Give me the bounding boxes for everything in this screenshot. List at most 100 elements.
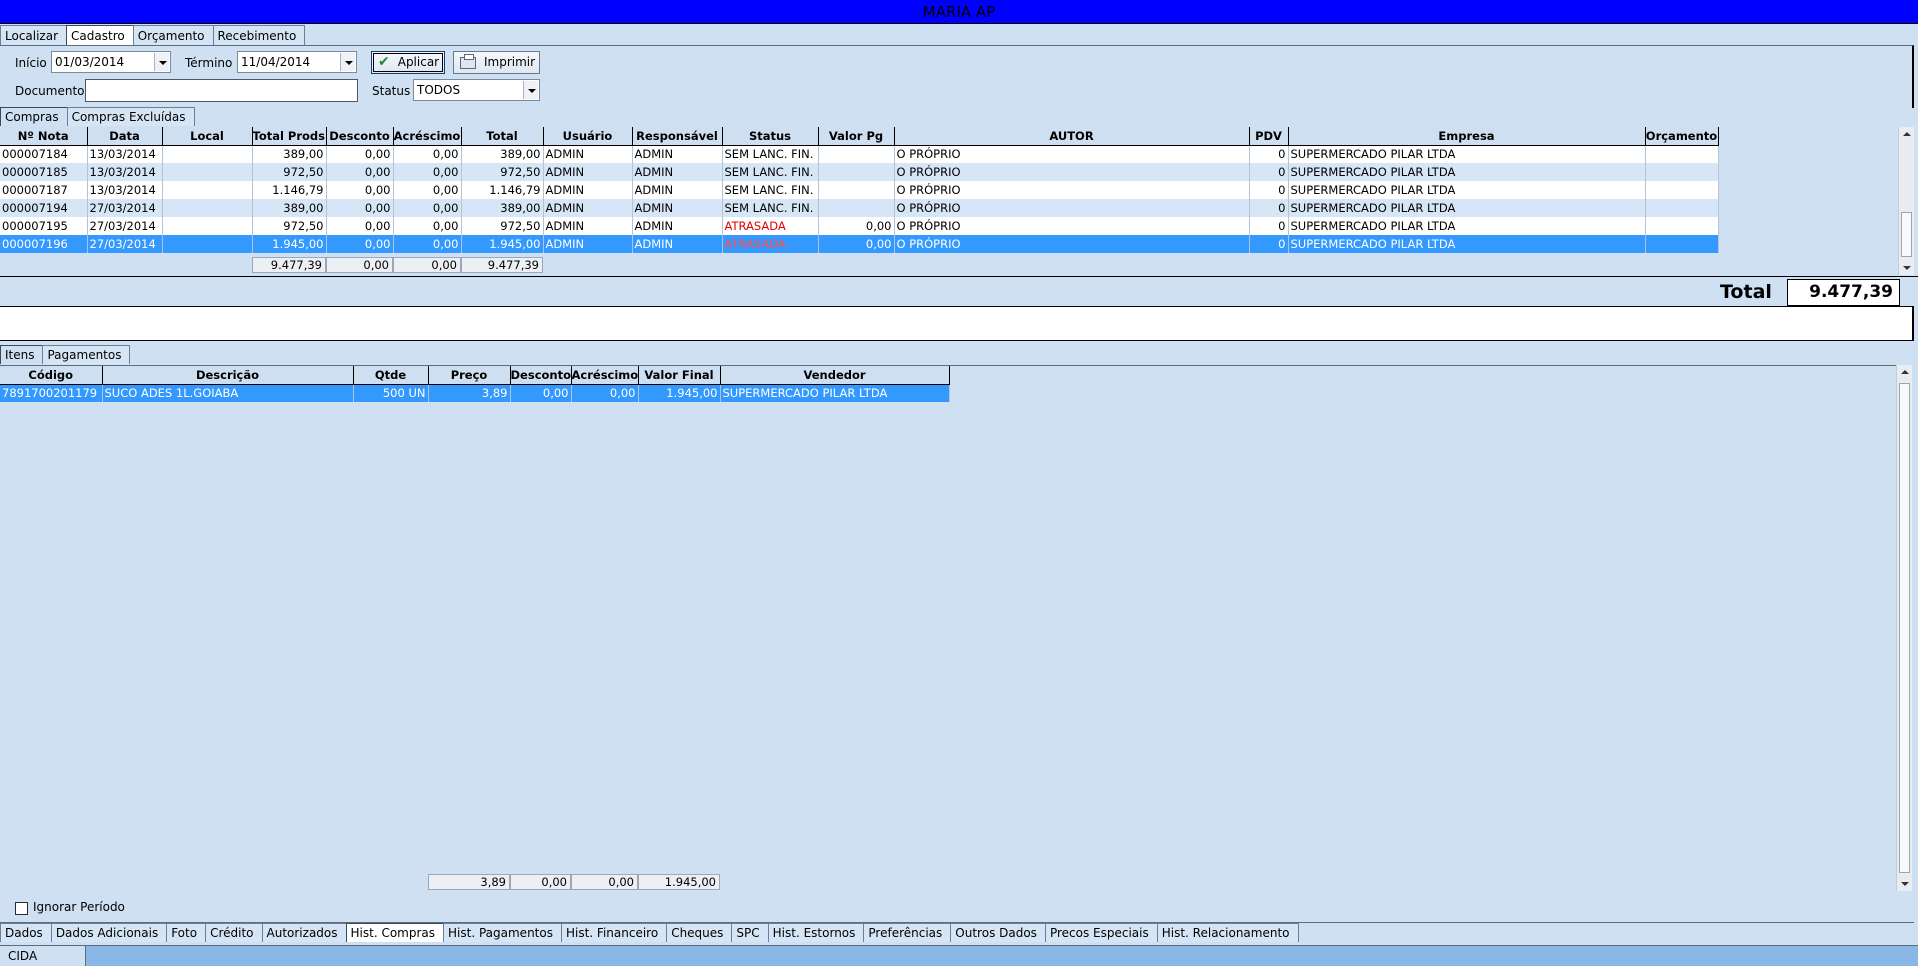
col-header[interactable]: Data [87, 127, 163, 146]
tab-cadastro[interactable]: Cadastro [66, 25, 134, 45]
scroll-down-icon[interactable] [1897, 877, 1912, 891]
table-row[interactable]: 000007187 13/03/2014 1.146,79 0,00 0,00 1.146… [0, 181, 1719, 199]
tab-hist-compras[interactable]: Hist. Compras [345, 923, 445, 942]
scroll-thumb[interactable] [1899, 383, 1910, 873]
inicio-date-picker[interactable]: 01/03/2014 [51, 51, 171, 73]
col-header[interactable]: Preço [428, 366, 511, 385]
col-header[interactable]: Acréscimo [571, 366, 639, 385]
col-header[interactable]: Nº Nota [0, 127, 88, 146]
tab-compras[interactable]: Compras [0, 107, 68, 126]
ignorar-periodo-checkbox[interactable] [15, 902, 28, 915]
table-cell: O PRÓPRIO [894, 235, 1250, 253]
total-bar: Total 9.477,39 [0, 276, 1918, 306]
scroll-up-icon[interactable] [1899, 127, 1914, 141]
tab-precos-especiais[interactable]: Precos Especiais [1044, 923, 1158, 942]
col-header[interactable]: Empresa [1288, 127, 1646, 146]
col-header[interactable]: Local [162, 127, 253, 146]
tab-recebimento[interactable]: Recebimento [212, 25, 306, 45]
tab-spc[interactable]: SPC [731, 923, 769, 942]
tab-pagamentos[interactable]: Pagamentos [42, 345, 131, 364]
col-header[interactable]: PDV [1249, 127, 1289, 146]
table-cell: 3,89 [428, 384, 511, 402]
inicio-label: Início [15, 56, 47, 70]
table-cell: SEM LANC. FIN. [722, 163, 819, 181]
compras-scrollbar[interactable] [1898, 127, 1914, 275]
table-cell: 27/03/2014 [87, 199, 163, 217]
footer-total: 9.477,39 [461, 257, 543, 273]
col-header[interactable]: Valor Final [638, 366, 721, 385]
tab-hist-pagamentos[interactable]: Hist. Pagamentos [443, 923, 562, 942]
tab-localizar[interactable]: Localizar [0, 25, 68, 45]
tab-hist-estornos[interactable]: Hist. Estornos [767, 923, 865, 942]
chevron-down-icon[interactable] [523, 81, 538, 99]
status-select[interactable]: TODOS [413, 79, 540, 101]
itens-scrollbar[interactable] [1896, 365, 1912, 891]
imprimir-button[interactable]: Imprimir [453, 51, 540, 74]
table-row[interactable]: 7891700201179 SUCO ADES 1L.GOIABA 500 UN 3,… [0, 384, 950, 402]
col-header[interactable]: Descrição [102, 366, 354, 385]
tab-dados-adicionais[interactable]: Dados Adicionais [50, 923, 168, 942]
table-cell: 972,50 [461, 163, 544, 181]
table-cell [1645, 217, 1719, 235]
col-header[interactable]: Usuário [543, 127, 633, 146]
compras-tabs: Compras Compras Excluídas [0, 107, 195, 126]
documento-label: Documento [15, 84, 85, 98]
chevron-down-icon[interactable] [154, 53, 169, 71]
tab-compras-excluidas[interactable]: Compras Excluídas [66, 107, 195, 126]
footer-preco: 3,89 [428, 874, 510, 890]
table-cell: O PRÓPRIO [894, 217, 1250, 235]
table-row[interactable]: 000007194 27/03/2014 389,00 0,00 0,00 389,00 A… [0, 199, 1719, 217]
tab-outros-dados[interactable]: Outros Dados [950, 923, 1046, 942]
col-header[interactable]: Qtde [353, 366, 429, 385]
col-header[interactable]: Código [0, 366, 103, 385]
col-header[interactable]: Desconto [326, 127, 394, 146]
table-cell: 000007185 [0, 163, 88, 181]
table-cell: 0,00 [393, 217, 462, 235]
tab-hist-relacionamento[interactable]: Hist. Relacionamento [1156, 923, 1299, 942]
table-row[interactable]: 000007195 27/03/2014 972,50 0,00 0,00 972,50 A… [0, 217, 1719, 235]
chevron-down-icon[interactable] [340, 53, 355, 71]
tab-preferencias[interactable]: Preferências [863, 923, 952, 942]
table-cell: SUPERMERCADO PILAR LTDA [1288, 199, 1646, 217]
tab-foto[interactable]: Foto [166, 923, 207, 942]
col-header[interactable]: Total Prods. [252, 127, 327, 146]
tab-orcamento[interactable]: Orçamento [132, 25, 214, 45]
table-row[interactable]: 000007184 13/03/2014 389,00 0,00 0,00 389,00 A… [0, 145, 1719, 163]
tab-autorizados[interactable]: Autorizados [261, 923, 347, 942]
table-cell: 1.146,79 [252, 181, 327, 199]
col-header[interactable]: Valor Pg [818, 127, 895, 146]
col-header[interactable]: Orçamento [1645, 127, 1719, 146]
itens-table: Código Descrição Qtde Preço Desconto Acr… [0, 366, 950, 402]
table-cell: 389,00 [252, 145, 327, 163]
table-cell: SEM LANC. FIN. [722, 145, 819, 163]
table-cell: 0,00 [326, 235, 394, 253]
col-header[interactable]: Vendedor [720, 366, 950, 385]
tab-credito[interactable]: Crédito [205, 923, 263, 942]
table-cell: ADMIN [632, 217, 723, 235]
col-header[interactable]: Desconto [510, 366, 572, 385]
tab-itens[interactable]: Itens [0, 345, 44, 364]
tab-dados[interactable]: Dados [0, 923, 52, 942]
table-cell: ADMIN [632, 181, 723, 199]
table-cell: 0,00 [818, 217, 895, 235]
table-row[interactable]: 000007185 13/03/2014 972,50 0,00 0,00 972,50 A… [0, 163, 1719, 181]
table-cell: 0 [1249, 199, 1289, 217]
documento-input[interactable] [85, 79, 358, 102]
tab-cheques[interactable]: Cheques [666, 923, 733, 942]
scroll-down-icon[interactable] [1899, 261, 1914, 275]
tab-hist-financeiro[interactable]: Hist. Financeiro [560, 923, 668, 942]
col-header[interactable]: Total [461, 127, 544, 146]
scroll-thumb[interactable] [1901, 212, 1912, 257]
table-row[interactable]: 000007196 27/03/2014 1.945,00 0,00 0,00 1.945… [0, 235, 1719, 253]
termino-date-picker[interactable]: 11/04/2014 [237, 51, 357, 73]
col-header[interactable]: Acréscimo [393, 127, 462, 146]
col-header[interactable]: Status [722, 127, 819, 146]
col-header[interactable]: AUTOR [894, 127, 1250, 146]
footer-acrescimo: 0,00 [393, 257, 461, 273]
footer-desconto: 0,00 [326, 257, 393, 273]
col-header[interactable]: Responsável [632, 127, 723, 146]
bottom-tabs: Dados Dados Adicionais Foto Crédito Autoriza… [0, 922, 1914, 942]
table-cell [818, 145, 895, 163]
aplicar-button[interactable]: ✔ Aplicar [371, 51, 445, 74]
scroll-up-icon[interactable] [1897, 365, 1912, 379]
